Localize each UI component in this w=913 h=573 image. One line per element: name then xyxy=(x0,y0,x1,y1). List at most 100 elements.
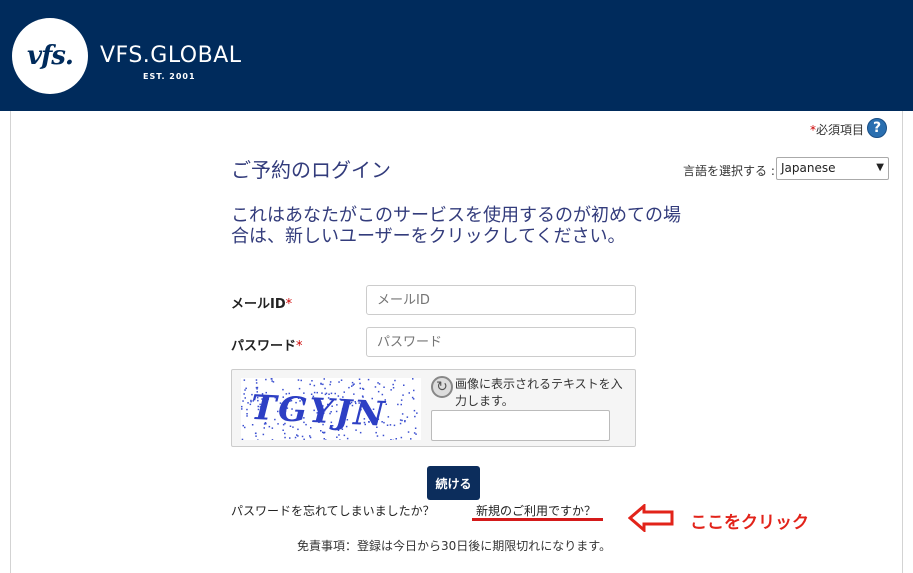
captcha-image: TGYJN xyxy=(241,378,421,440)
email-required-star: * xyxy=(285,297,293,312)
captcha-noise-dot xyxy=(271,380,273,382)
captcha-noise-dot xyxy=(416,412,418,414)
captcha-noise-dot xyxy=(406,416,409,418)
captcha-noise-dot xyxy=(399,419,402,421)
captcha-noise-dot xyxy=(297,435,299,437)
forgot-password-link[interactable]: パスワードを忘れてしまいましたか？ xyxy=(231,502,435,519)
captcha-noise-dot xyxy=(401,419,403,422)
captcha-noise-dot xyxy=(374,386,377,388)
captcha-noise-dot xyxy=(378,383,381,385)
captcha-noise-dot xyxy=(403,384,405,386)
email-label: メールID* xyxy=(231,293,292,312)
captcha-noise-dot xyxy=(383,386,385,388)
required-note: *必須項目 xyxy=(810,121,864,138)
captcha-noise-dot xyxy=(351,385,353,387)
captcha-noise-dot xyxy=(359,387,362,390)
captcha-noise-dot xyxy=(294,436,297,439)
language-selected-value: Japanese xyxy=(781,161,836,175)
continue-button[interactable]: 続ける xyxy=(427,466,480,500)
captcha-noise-dot xyxy=(324,387,326,390)
captcha-noise-dot xyxy=(338,434,340,436)
captcha-noise-dot xyxy=(322,431,324,434)
captcha-noise-dot xyxy=(415,433,417,435)
captcha-noise-dot xyxy=(389,424,392,426)
captcha-noise-dot xyxy=(242,400,244,402)
captcha-noise-dot xyxy=(400,436,403,439)
click-here-annotation: ここをクリック xyxy=(690,513,809,533)
refresh-captcha-icon[interactable]: ↻ xyxy=(431,376,453,398)
captcha-noise-dot xyxy=(394,379,396,382)
captcha-noise-dot xyxy=(329,381,332,383)
captcha-noise-dot xyxy=(408,392,410,394)
captcha-noise-dot xyxy=(245,387,247,390)
help-icon[interactable]: ? xyxy=(867,118,887,138)
captcha-noise-dot xyxy=(309,436,312,439)
password-input[interactable] xyxy=(366,327,636,357)
captcha-noise-dot xyxy=(352,384,354,386)
new-user-link[interactable]: 新規のご利用ですか？ xyxy=(476,502,596,519)
captcha-noise-dot xyxy=(313,384,316,387)
captcha-noise-dot xyxy=(301,435,304,438)
captcha-noise-dot xyxy=(243,379,246,381)
captcha-noise-dot xyxy=(300,379,302,382)
captcha-noise-dot xyxy=(412,398,415,400)
captcha-noise-dot xyxy=(284,436,286,439)
email-input[interactable] xyxy=(366,285,636,315)
site-header: vfs. VFS.GLOBAL EST. 2001 xyxy=(0,0,913,111)
captcha-noise-dot xyxy=(241,438,244,440)
email-label-text: メールID xyxy=(231,297,286,312)
captcha-input[interactable] xyxy=(431,410,610,441)
captcha-noise-dot xyxy=(376,435,379,437)
captcha-noise-dot xyxy=(244,389,246,391)
captcha-noise-dot xyxy=(397,403,399,406)
captcha-noise-dot xyxy=(255,379,258,381)
captcha-noise-graphic: TGYJN xyxy=(241,378,418,440)
captcha-noise-dot xyxy=(323,431,326,434)
captcha-noise-dot xyxy=(407,431,410,433)
captcha-noise-dot xyxy=(329,383,331,386)
captcha-noise-dot xyxy=(414,415,416,418)
captcha-noise-dot xyxy=(411,396,414,399)
captcha-noise-dot xyxy=(386,424,389,426)
captcha-noise-dot xyxy=(246,408,248,411)
first-time-notice: これはあなたがこのサービスを使用するのが初めての場合は、新しいユーザーをクリック… xyxy=(231,205,681,247)
captcha-noise-dot xyxy=(244,397,246,399)
captcha-noise-dot xyxy=(393,424,396,427)
captcha-noise-dot xyxy=(244,426,246,429)
captcha-noise-dot xyxy=(351,381,354,384)
language-select[interactable]: Japanese ▼ xyxy=(776,157,889,180)
required-text: 必須項目 xyxy=(816,123,865,137)
captcha-noise-dot xyxy=(377,382,379,384)
captcha-noise-dot xyxy=(358,378,361,380)
password-label: パスワード* xyxy=(231,335,303,354)
captcha-noise-dot xyxy=(392,383,394,386)
captcha-noise-dot xyxy=(339,439,341,440)
captcha-noise-dot xyxy=(282,429,284,431)
captcha-noise-dot xyxy=(410,438,412,440)
captcha-noise-dot xyxy=(303,438,305,440)
captcha-noise-dot xyxy=(272,381,275,383)
captcha-noise-dot xyxy=(257,439,259,440)
captcha-noise-dot xyxy=(255,382,258,384)
captcha-noise-dot xyxy=(265,378,267,381)
captcha-noise-dot xyxy=(242,424,244,427)
captcha-noise-dot xyxy=(271,378,273,380)
captcha-noise-dot xyxy=(402,394,404,396)
dropdown-arrow-icon: ▼ xyxy=(876,162,884,173)
captcha-hint: 画像に表示されるテキストを入力します。 xyxy=(455,377,623,408)
captcha-noise-dot xyxy=(246,413,248,415)
captcha-noise-dot xyxy=(241,408,243,410)
captcha-noise-dot xyxy=(400,403,402,406)
captcha-noise-dot xyxy=(298,387,301,390)
captcha-noise-dot xyxy=(241,405,243,408)
captcha-noise-dot xyxy=(246,415,248,417)
vfs-logo[interactable]: vfs. xyxy=(12,18,88,94)
captcha-noise-dot xyxy=(311,380,313,382)
captcha-noise-dot xyxy=(377,390,380,393)
captcha-noise-dot xyxy=(271,439,274,440)
captcha-noise-dot xyxy=(297,379,300,381)
captcha-noise-dot xyxy=(404,420,406,423)
password-label-text: パスワード xyxy=(231,339,297,354)
captcha-noise-dot xyxy=(414,427,417,429)
captcha-noise-dot xyxy=(382,434,385,437)
